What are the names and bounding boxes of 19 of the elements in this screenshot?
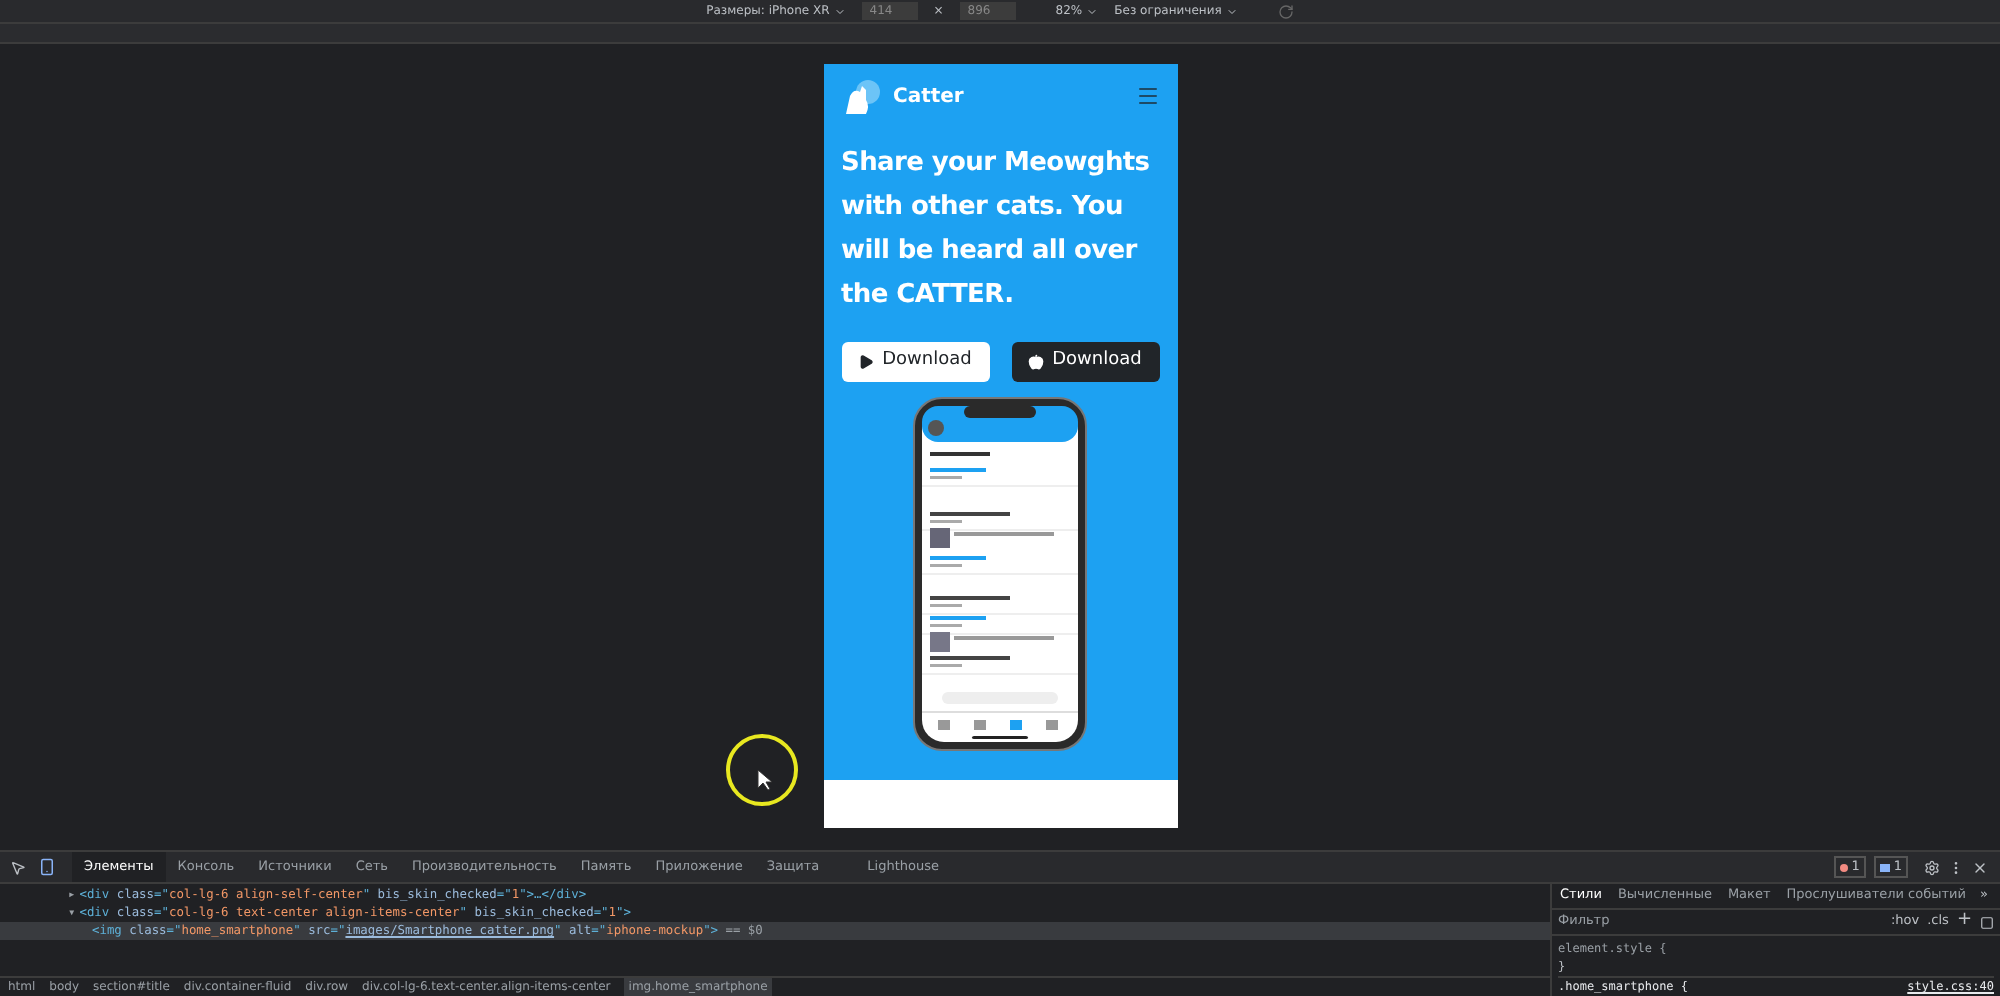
apple-icon (1028, 354, 1045, 370)
cat-logo-icon (841, 76, 885, 116)
caret-icon (833, 5, 846, 17)
rotate-icon[interactable] (1277, 3, 1294, 19)
download-button[interactable]: Download (1011, 342, 1159, 382)
headline: Share your Meowghts with other cats. You will be heard all over the CATTER. (839, 146, 1152, 314)
message-square-icon (1879, 863, 1890, 871)
caret-icon (1086, 5, 1099, 17)
new-rule-button[interactable]: + (1956, 908, 1972, 936)
cursor-highlight-icon (724, 732, 800, 808)
sidebar-toggle-icon[interactable] (1980, 915, 1994, 929)
close-icon[interactable] (1972, 859, 1988, 875)
play-icon (858, 354, 875, 370)
settings-icon[interactable] (1924, 859, 1940, 875)
caret-icon (1225, 5, 1238, 17)
device-toggle-icon[interactable] (38, 858, 56, 876)
menu-icon[interactable] (1135, 84, 1159, 108)
download-button[interactable]: Download (841, 342, 989, 382)
inspect-icon[interactable] (10, 859, 26, 875)
